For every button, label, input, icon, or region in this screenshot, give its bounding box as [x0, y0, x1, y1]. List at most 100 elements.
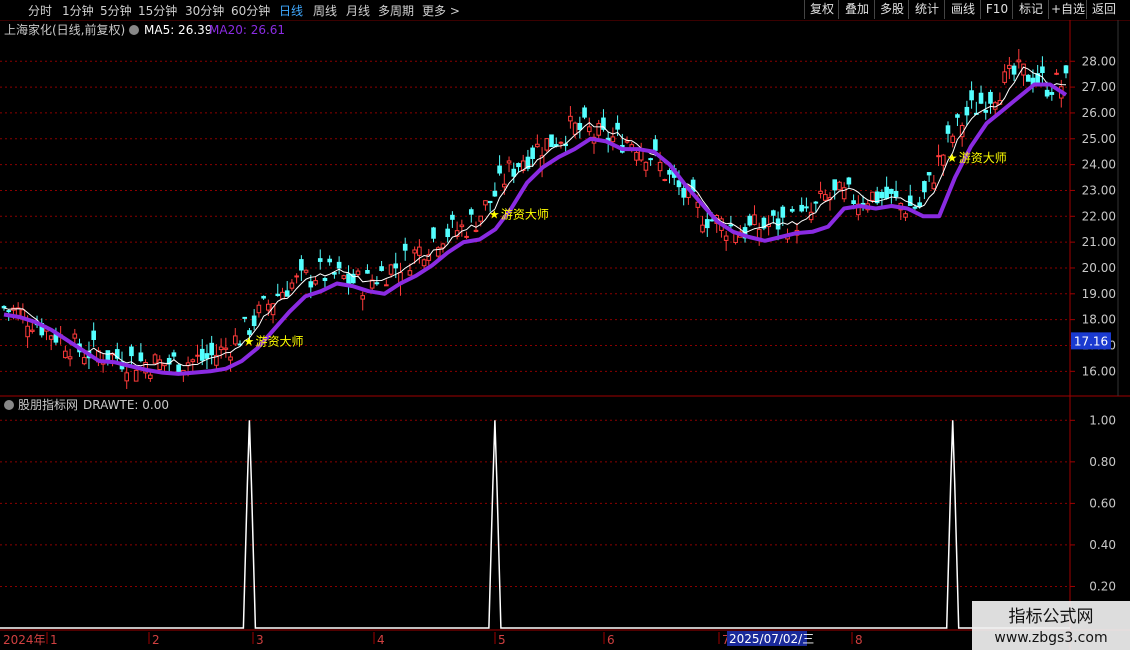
candle-body	[124, 372, 130, 382]
cursor-date-label: 2025/07/02/三	[729, 632, 814, 646]
candle-body	[936, 155, 941, 158]
candle-body	[889, 188, 894, 194]
candle-body	[813, 201, 819, 204]
candle-body	[266, 303, 271, 311]
candle-body	[931, 182, 937, 190]
watermark-url: www.zbgs3.com	[994, 630, 1107, 646]
toolbar-button-5[interactable]: F10	[980, 0, 1013, 19]
sub-ytick-label-1: 0.40	[1089, 538, 1116, 552]
candle-body	[261, 295, 266, 299]
ytick-label-3: 19.00	[1082, 287, 1116, 301]
candle-body	[1044, 89, 1050, 97]
candle-body	[492, 190, 498, 197]
toolbar-button-0[interactable]: 复权	[804, 0, 839, 19]
candle-body	[728, 224, 734, 227]
candle-body	[544, 138, 550, 151]
candle-body	[723, 235, 729, 241]
candle-body	[336, 261, 342, 269]
candle-body	[284, 290, 290, 297]
collapse-icon-sub	[4, 400, 14, 410]
candle-body	[983, 109, 989, 113]
candle-body	[917, 202, 922, 207]
candle-body	[393, 263, 399, 269]
candle-body	[171, 352, 177, 357]
toolbar-button-8[interactable]: 返回	[1086, 0, 1121, 19]
candle-body	[91, 330, 96, 340]
ytick-label-5: 21.00	[1082, 235, 1116, 249]
ytick-label-8: 24.00	[1082, 158, 1116, 172]
candle-body	[568, 115, 573, 122]
candle-body	[67, 356, 73, 360]
period-tab-5[interactable]: 60分钟	[231, 2, 270, 19]
candle-body	[657, 161, 663, 172]
toolbar-button-6[interactable]: 标记	[1012, 0, 1049, 19]
candle-body	[25, 325, 30, 338]
ma20-line	[3, 82, 1068, 376]
candle-body	[280, 291, 285, 300]
candle-body	[242, 316, 248, 319]
period-tab-1[interactable]: 1分钟	[62, 2, 94, 19]
candle-body	[978, 92, 984, 104]
current-price-label: 17.16	[1074, 334, 1108, 348]
candle-body	[610, 136, 616, 143]
candle-body	[63, 350, 68, 359]
candle-body	[945, 125, 951, 134]
candle-body	[624, 140, 630, 143]
candle-body	[549, 134, 554, 148]
period-tab-2[interactable]: 5分钟	[100, 2, 132, 19]
candle-body	[464, 235, 469, 238]
toolbar-button-4[interactable]: 画线	[944, 0, 981, 19]
candle-body	[483, 200, 488, 206]
toolbar-button-7[interactable]: +自选	[1048, 0, 1087, 19]
candle-body	[157, 359, 163, 371]
period-tab-8[interactable]: 月线	[346, 2, 370, 19]
period-tab-7[interactable]: 周线	[313, 2, 337, 19]
candle-body	[870, 191, 875, 201]
candle-body	[586, 126, 592, 133]
period-tab-0[interactable]: 分时	[28, 2, 52, 19]
period-tab-4[interactable]: 30分钟	[185, 2, 224, 19]
candle-body	[922, 181, 927, 193]
candle-body	[355, 270, 361, 276]
ytick-label-12: 28.00	[1082, 54, 1116, 68]
stock-title: 上海家化(日线,前复权)	[4, 22, 125, 37]
toolbar-button-3[interactable]: 统计	[908, 0, 945, 19]
candle-body	[379, 266, 384, 271]
sub-ytick-label-4: 1.00	[1089, 413, 1116, 427]
candle-body	[955, 114, 960, 118]
period-tab-10[interactable]: 更多 >	[422, 2, 460, 19]
candle-body	[634, 151, 639, 161]
drawte-value: DRAWTE: 0.00	[83, 398, 169, 412]
candle-body	[818, 190, 823, 195]
toolbar-button-1[interactable]: 叠加	[838, 0, 875, 19]
signal-label-1: 游资大师	[501, 208, 549, 222]
candle-body	[468, 209, 474, 215]
candle-body	[341, 275, 347, 279]
candle-body	[48, 335, 54, 340]
period-tab-9[interactable]: 多周期	[378, 2, 414, 19]
period-tab-6[interactable]: 日线	[279, 2, 303, 19]
candle-body	[780, 206, 786, 218]
candle-body	[846, 177, 852, 185]
period-tab-3[interactable]: 15分钟	[138, 2, 177, 19]
month-label-3: 4	[377, 633, 385, 647]
candle-body	[450, 214, 455, 220]
candle-body	[294, 275, 299, 278]
candle-body	[704, 219, 710, 229]
candle-body	[964, 106, 970, 116]
candle-body	[473, 229, 479, 232]
candle-body	[365, 270, 370, 274]
candle-body	[402, 243, 408, 251]
candle-body	[789, 209, 795, 212]
month-label-2: 3	[256, 633, 264, 647]
candle-body	[1002, 71, 1007, 83]
candle-body	[662, 179, 668, 182]
candle-body	[190, 359, 196, 363]
candle-body	[459, 224, 465, 228]
toolbar-button-2[interactable]: 多股	[874, 0, 909, 19]
candle-body	[313, 280, 318, 285]
indicator-name: 股朋指标网	[18, 397, 78, 412]
sub-ytick-label-0: 0.20	[1089, 579, 1116, 593]
candle-body	[30, 329, 35, 332]
ytick-label-10: 26.00	[1082, 106, 1116, 120]
